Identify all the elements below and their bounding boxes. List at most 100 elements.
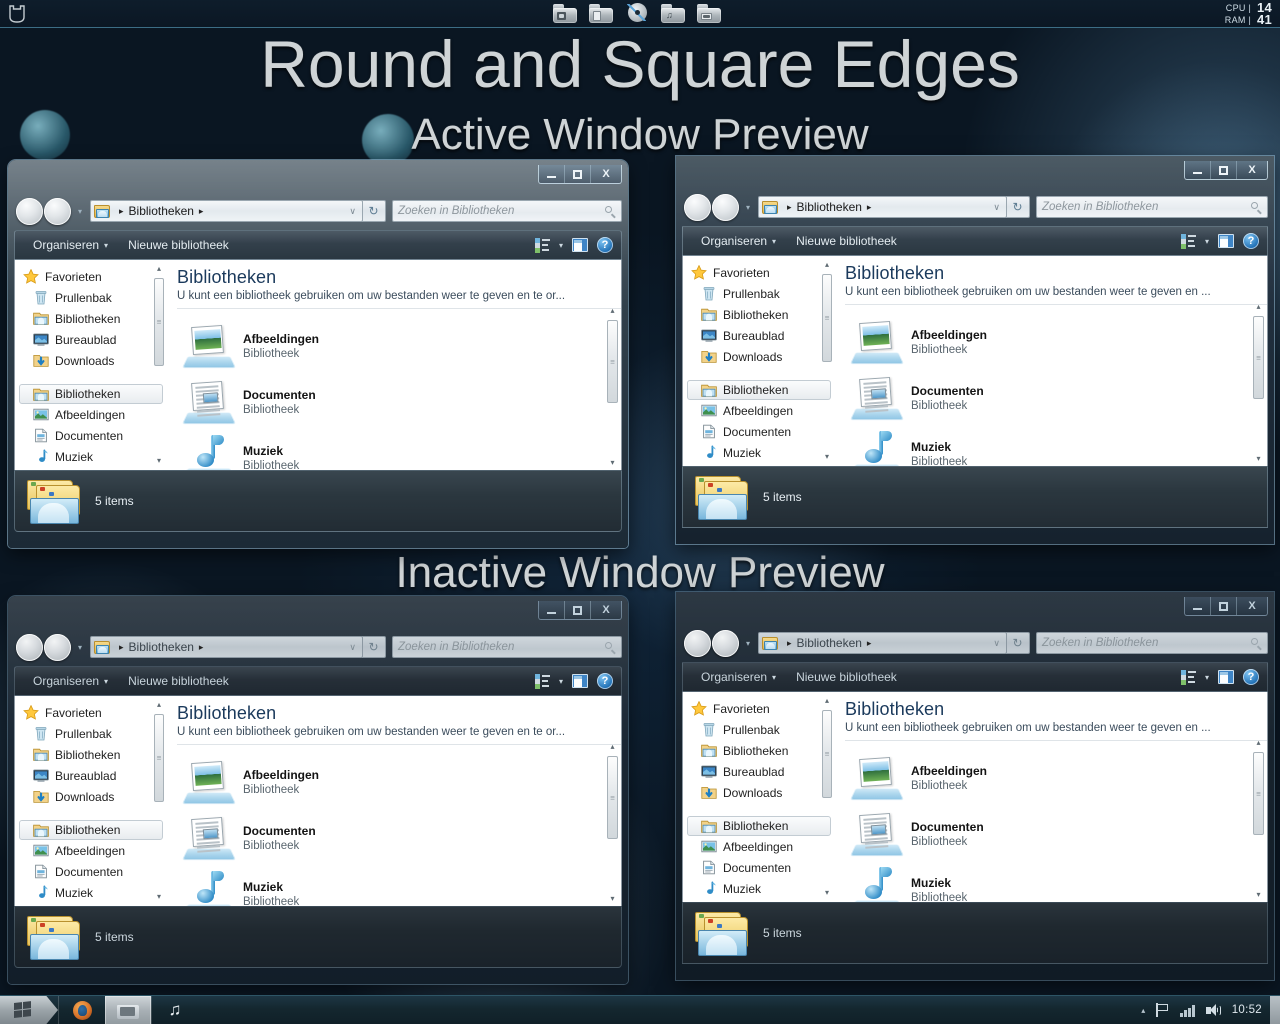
- sidebar-item-prullenbak[interactable]: Prullenbak: [15, 287, 167, 308]
- sidebar-item-documenten[interactable]: Documenten: [683, 857, 835, 878]
- scroll-up-arrow-icon[interactable]: ▴: [606, 306, 619, 316]
- scrollbar-thumb[interactable]: [607, 320, 618, 403]
- address-bar[interactable]: ▸ Bibliotheken ▸ ∨: [90, 200, 363, 222]
- scroll-down-arrow-icon[interactable]: ▾: [1252, 454, 1265, 464]
- minimize-button[interactable]: [1185, 161, 1211, 179]
- refresh-button[interactable]: ↻: [1006, 632, 1030, 654]
- list-item[interactable]: Afbeeldingen Bibliotheek: [173, 755, 621, 811]
- list-item[interactable]: Afbeeldingen Bibliotheek: [841, 751, 1267, 807]
- explorer-window-inactive-square[interactable]: X ▾ ▸ Bibliotheken ▸ ∨ ↻ Zoeken in Bibliotheken…: [676, 592, 1274, 980]
- scroll-down-arrow-icon[interactable]: ▾: [821, 888, 833, 898]
- sidebar-item-muziek[interactable]: Muziek: [15, 446, 167, 467]
- scroll-down-arrow-icon[interactable]: ▾: [606, 458, 619, 468]
- sidebar-item-prullenbak[interactable]: Prullenbak: [683, 719, 835, 740]
- close-button[interactable]: X: [1237, 597, 1267, 615]
- taskbar-item-firefox[interactable]: [59, 996, 105, 1024]
- explorer-window-active-square[interactable]: X ▾ ▸ Bibliotheken ▸ ∨ ↻ Zoeken in Bibliotheken…: [676, 156, 1274, 544]
- list-item[interactable]: Documenten Bibliotheek: [841, 371, 1267, 427]
- new-library-button[interactable]: Nieuwe bibliotheek: [118, 238, 239, 252]
- back-button[interactable]: [684, 629, 711, 657]
- sidebar-item-muziek[interactable]: Muziek: [683, 878, 835, 899]
- scroll-up-arrow-icon[interactable]: ▴: [153, 700, 165, 710]
- search-input[interactable]: Zoeken in Bibliotheken: [392, 636, 622, 658]
- address-dropdown-icon[interactable]: ∨: [349, 206, 360, 217]
- top-bar-shortcuts[interactable]: ♫: [553, 2, 721, 24]
- window-title-bar[interactable]: X: [682, 597, 1268, 628]
- sidebar-item-bureaublad[interactable]: Bureaublad: [15, 765, 167, 786]
- sidebar-item-favorieten[interactable]: Favorieten: [15, 702, 167, 723]
- sidebar-item-bibliotheken[interactable]: Bibliotheken: [683, 740, 835, 761]
- help-icon[interactable]: ?: [597, 237, 613, 253]
- maximize-button[interactable]: [1211, 597, 1237, 615]
- sidebar-item-muziek[interactable]: Muziek: [683, 442, 835, 463]
- sidebar-item-downloads[interactable]: Downloads: [15, 786, 167, 807]
- organize-button[interactable]: Organiseren ▾: [23, 674, 118, 688]
- window-title-bar[interactable]: X: [14, 165, 622, 196]
- recent-pages-dropdown-icon[interactable]: ▾: [742, 203, 754, 212]
- address-dropdown-icon[interactable]: ∨: [349, 642, 360, 653]
- sidebar-scrollbar[interactable]: ▴▾: [821, 696, 833, 898]
- back-button[interactable]: [16, 633, 43, 661]
- search-input[interactable]: Zoeken in Bibliotheken: [392, 200, 622, 222]
- sidebar-item-downloads[interactable]: Downloads: [15, 350, 167, 371]
- sidebar-item-afbeeldingen[interactable]: Afbeeldingen: [683, 836, 835, 857]
- search-input[interactable]: Zoeken in Bibliotheken: [1036, 632, 1268, 654]
- scrollbar-thumb[interactable]: [607, 756, 618, 839]
- breadcrumb-bibliotheken[interactable]: Bibliotheken: [797, 636, 862, 650]
- photos-folder-icon[interactable]: [553, 2, 577, 24]
- tray-expand-icon[interactable]: ▴: [1141, 1006, 1145, 1015]
- scrollbar-thumb[interactable]: [154, 714, 164, 802]
- window-controls[interactable]: X: [538, 165, 622, 184]
- breadcrumb-bibliotheken[interactable]: Bibliotheken: [129, 640, 194, 654]
- window-title-bar[interactable]: X: [14, 601, 622, 632]
- refresh-button[interactable]: ↻: [362, 200, 386, 222]
- window-title-bar[interactable]: X: [682, 161, 1268, 192]
- start-button[interactable]: [0, 995, 58, 1024]
- scroll-down-arrow-icon[interactable]: ▾: [1252, 890, 1265, 900]
- view-options-icon[interactable]: [534, 674, 550, 689]
- sidebar-item-downloads[interactable]: Downloads: [683, 346, 835, 367]
- organize-button[interactable]: Organiseren ▾: [691, 234, 786, 248]
- back-button[interactable]: [16, 197, 43, 225]
- scroll-up-arrow-icon[interactable]: ▴: [606, 742, 619, 752]
- sidebar-item-bureaublad[interactable]: Bureaublad: [683, 761, 835, 782]
- scroll-up-arrow-icon[interactable]: ▴: [821, 696, 833, 706]
- sidebar-item-prullenbak[interactable]: Prullenbak: [683, 283, 835, 304]
- forward-button[interactable]: [712, 193, 739, 221]
- list-item[interactable]: Documenten Bibliotheek: [173, 375, 621, 431]
- scrollbar-thumb[interactable]: [1253, 752, 1264, 835]
- new-library-button[interactable]: Nieuwe bibliotheek: [786, 234, 907, 248]
- forward-button[interactable]: [712, 629, 739, 657]
- nav-buttons[interactable]: ▾: [16, 633, 86, 661]
- sidebar-item-favorieten[interactable]: Favorieten: [683, 698, 835, 719]
- sidebar-item-bureaublad[interactable]: Bureaublad: [683, 325, 835, 346]
- maximize-button[interactable]: [565, 601, 591, 619]
- sidebar-item-afbeeldingen[interactable]: Afbeeldingen: [15, 404, 167, 425]
- help-icon[interactable]: ?: [1243, 233, 1259, 249]
- view-options-icon[interactable]: [534, 238, 550, 253]
- list-item[interactable]: Afbeeldingen Bibliotheek: [173, 319, 621, 375]
- list-item[interactable]: Muziek Bibliotheek: [173, 431, 621, 470]
- nav-buttons[interactable]: ▾: [684, 629, 754, 657]
- breadcrumb-separator[interactable]: ▸: [862, 638, 877, 649]
- sidebar-item-bibliotheken[interactable]: Bibliotheken: [687, 816, 831, 836]
- scroll-up-arrow-icon[interactable]: ▴: [1252, 302, 1265, 312]
- breadcrumb-separator[interactable]: ▸: [862, 202, 877, 213]
- close-button[interactable]: X: [591, 165, 621, 183]
- window-controls[interactable]: X: [538, 601, 622, 620]
- sidebar-scrollbar[interactable]: ▴▾: [153, 264, 165, 466]
- search-input[interactable]: Zoeken in Bibliotheken: [1036, 196, 1268, 218]
- minimize-button[interactable]: [539, 601, 565, 619]
- breadcrumb-bibliotheken[interactable]: Bibliotheken: [129, 204, 194, 218]
- content-scrollbar[interactable]: ▴▾: [1252, 302, 1265, 464]
- content-scrollbar[interactable]: ▴▾: [1252, 738, 1265, 900]
- sidebar-item-muziek[interactable]: Muziek: [15, 882, 167, 903]
- show-desktop-button[interactable]: [1270, 995, 1280, 1024]
- chevron-down-icon[interactable]: ▾: [1205, 237, 1209, 246]
- chevron-down-icon[interactable]: ▾: [1205, 673, 1209, 682]
- volume-speaker-icon[interactable]: [1205, 1003, 1221, 1017]
- list-item[interactable]: Muziek Bibliotheek: [841, 427, 1267, 466]
- scroll-down-arrow-icon[interactable]: ▾: [821, 452, 833, 462]
- list-item[interactable]: Muziek Bibliotheek: [173, 867, 621, 906]
- sidebar-item-bibliotheken[interactable]: Bibliotheken: [15, 308, 167, 329]
